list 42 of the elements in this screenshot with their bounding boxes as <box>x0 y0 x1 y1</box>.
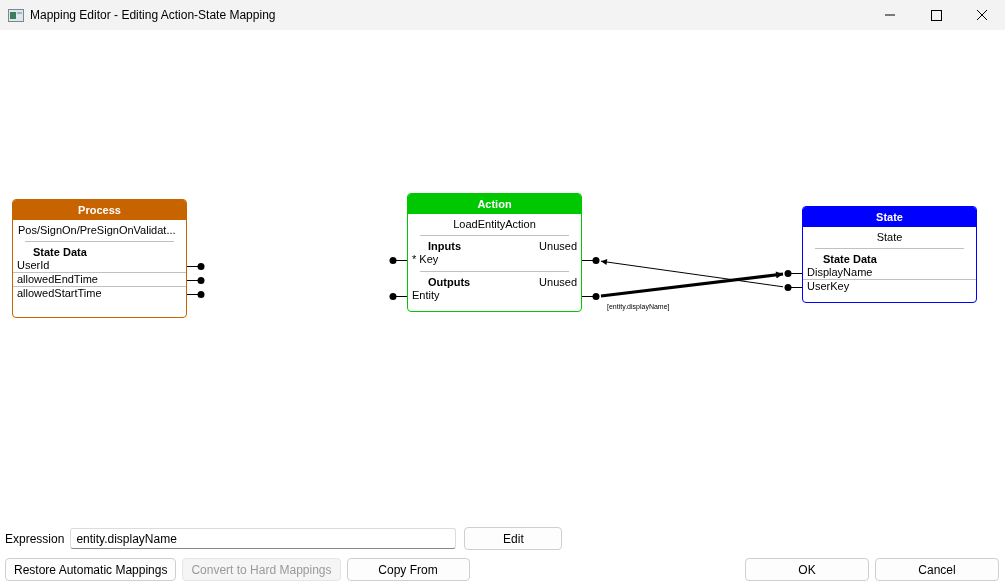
section-heading: State Data <box>823 253 877 266</box>
node-card[interactable]: State State State Data DisplayName UserKey <box>802 206 977 303</box>
node-title: Process <box>13 200 186 220</box>
node-name: Pos/SignOn/PreSignOnValidat... <box>18 224 176 236</box>
port-icon[interactable] <box>389 257 408 264</box>
app-icon <box>8 8 24 22</box>
field-label: UserKey <box>807 280 850 292</box>
field-label: allowedStartTime <box>17 287 102 299</box>
action-button[interactable]: Restore Automatic Mappings <box>5 558 177 581</box>
section-status: Unused <box>539 240 577 253</box>
cancel-button[interactable]: Cancel <box>875 558 999 581</box>
action-button[interactable]: Copy From <box>346 558 470 581</box>
port-icon[interactable] <box>581 293 600 300</box>
node-card[interactable]: Action LoadEntityAction Inputs Unused * Key Outputs Unused Entity <box>407 193 582 312</box>
expression-field[interactable]: entity.displayName <box>70 528 457 549</box>
field-label: UserId <box>17 259 50 271</box>
port-icon[interactable] <box>784 284 803 291</box>
window-title: Mapping Editor - Editing Action-State Mapping <box>30 7 276 24</box>
port-icon[interactable] <box>784 270 803 277</box>
field-label: * Key <box>412 253 439 265</box>
edit-button[interactable]: Edit <box>464 527 563 550</box>
ok-button[interactable]: OK <box>745 558 869 581</box>
section-heading: Inputs <box>428 240 461 253</box>
node-name: State <box>876 231 903 243</box>
field-label: DisplayName <box>807 266 873 278</box>
field-label: Entity <box>412 289 440 301</box>
field-label: allowedEndTime <box>17 273 98 285</box>
section-heading: State Data <box>33 246 87 259</box>
node-card[interactable]: Process Pos/SignOn/PreSignOnValidat... State Data UserId allowedEndTime allowedStartTime <box>12 199 187 318</box>
port-icon[interactable] <box>186 291 205 298</box>
connector-arrow[interactable] <box>600 259 784 288</box>
connector-arrow[interactable] <box>600 271 784 298</box>
node-title: Action <box>408 194 581 214</box>
node-title: State <box>803 207 976 227</box>
expression-label: Expression <box>5 530 65 548</box>
port-icon[interactable] <box>581 257 600 264</box>
section-heading: Outputs <box>428 276 471 289</box>
node-name: LoadEntityAction <box>453 218 536 230</box>
section-status: Unused <box>539 276 577 289</box>
port-icon[interactable] <box>186 277 205 284</box>
port-icon[interactable] <box>186 263 205 270</box>
port-icon[interactable] <box>389 293 408 300</box>
